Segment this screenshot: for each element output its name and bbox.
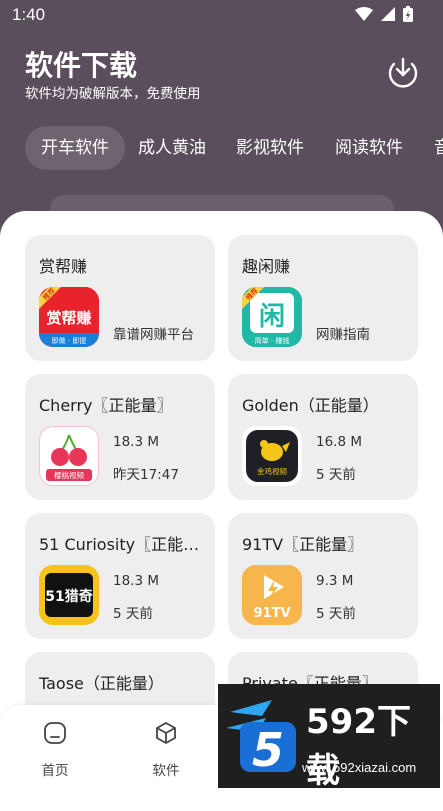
tab-yinyue[interactable]: 音 (434, 126, 443, 170)
svg-text:即做 · 即提: 即做 · 即提 (52, 336, 87, 345)
signal-icon (381, 7, 395, 21)
nav-home-label: 首页 (41, 763, 69, 779)
page-title: 软件下载 (25, 49, 138, 82)
app-description: 网赚指南 (316, 327, 370, 343)
svg-text:赏帮赚: 赏帮赚 (46, 309, 91, 327)
svg-text:91TV: 91TV (253, 606, 290, 621)
tab-yuedu[interactable]: 阅读软件 (335, 126, 403, 170)
app-description: 靠谱网赚平台 (113, 327, 194, 343)
download-button[interactable] (386, 54, 420, 88)
app-name: Cherry〖正能量〗 (39, 396, 173, 415)
app-name: 91TV〖正能量〗 (242, 535, 364, 554)
nav-home[interactable]: 首页 (25, 705, 85, 788)
nav-software-label: 软件 (152, 763, 180, 779)
golden-app-icon: 金鸡视频 (242, 426, 302, 486)
app-size: 16.8 M (316, 434, 362, 450)
tab-chengren[interactable]: 成人黄油 (138, 126, 206, 170)
quxianzhuan-app-icon: 推荐 闲 简单 · 赚钱 (242, 287, 302, 347)
watermark-url: www.592xiazai.com (302, 760, 417, 775)
app-card-golden[interactable]: Golden（正能量） 金鸡视频 16.8 M 5 天前 (228, 374, 418, 500)
watermark-logo: 5 (226, 700, 296, 776)
app-card-shangbangzhuan[interactable]: 赏帮赚 推荐 赏帮赚 即做 · 即提 靠谱网赚平台 (25, 235, 215, 361)
cube-icon (156, 722, 176, 744)
svg-text:51猎奇: 51猎奇 (45, 588, 92, 605)
app-card-51curiosity[interactable]: 51 Curiosity〖正能量〗 51猎奇 18.3 M 5 天前 (25, 513, 215, 639)
app-card-91tv[interactable]: 91TV〖正能量〗 91TV 9.3 M 5 天前 (228, 513, 418, 639)
svg-text:金鸡视频: 金鸡视频 (257, 466, 287, 476)
nav-software[interactable]: 软件 (136, 705, 196, 788)
app-card-quxianzhuan[interactable]: 趣闲赚 推荐 闲 简单 · 赚钱 网赚指南 (228, 235, 418, 361)
svg-text:闲: 闲 (259, 302, 285, 332)
app-name: 51 Curiosity〖正能量〗 (39, 535, 207, 554)
app-name: Taose（正能量） (39, 674, 164, 693)
app-updated: 5 天前 (316, 606, 356, 622)
app-size: 18.3 M (113, 573, 159, 589)
svg-text:樱桃视频: 樱桃视频 (54, 470, 84, 480)
app-updated: 昨天17:47 (113, 467, 179, 483)
battery-icon (403, 6, 413, 22)
app-card-cherry[interactable]: Cherry〖正能量〗 樱桃视频 18.3 M 昨天17:47 (25, 374, 215, 500)
app-size: 18.3 M (113, 434, 159, 450)
app-name: 赏帮赚 (39, 257, 88, 276)
home-icon (44, 722, 66, 744)
cherry-app-icon: 樱桃视频 (39, 426, 99, 486)
watermark-overlay: 5 592下载 www.592xiazai.com (218, 684, 440, 791)
app-updated: 5 天前 (316, 467, 356, 483)
91tv-app-icon: 91TV (242, 565, 302, 625)
page-subtitle: 软件均为破解版本，免费使用 (25, 86, 201, 102)
status-time: 1:40 (12, 5, 46, 24)
app-updated: 5 天前 (113, 606, 153, 622)
status-bar: 1:40 (0, 0, 443, 30)
app-name: Golden（正能量） (242, 396, 379, 415)
svg-text:5: 5 (252, 723, 284, 776)
wifi-icon (355, 7, 373, 21)
curiosity-app-icon: 51猎奇 (39, 565, 99, 625)
tab-kaiche[interactable]: 开车软件 (25, 126, 125, 170)
category-tabs: 开车软件 成人黄油 影视软件 阅读软件 音 (0, 126, 443, 172)
app-name: 趣闲赚 (242, 257, 291, 276)
tab-yingshi[interactable]: 影视软件 (236, 126, 304, 170)
app-size: 9.3 M (316, 573, 354, 589)
shangbangzhuan-app-icon: 推荐 赏帮赚 即做 · 即提 (39, 287, 99, 347)
svg-text:简单 · 赚钱: 简单 · 赚钱 (255, 336, 290, 345)
watermark-brand: 592下载 (306, 702, 411, 791)
download-icon (388, 57, 418, 88)
